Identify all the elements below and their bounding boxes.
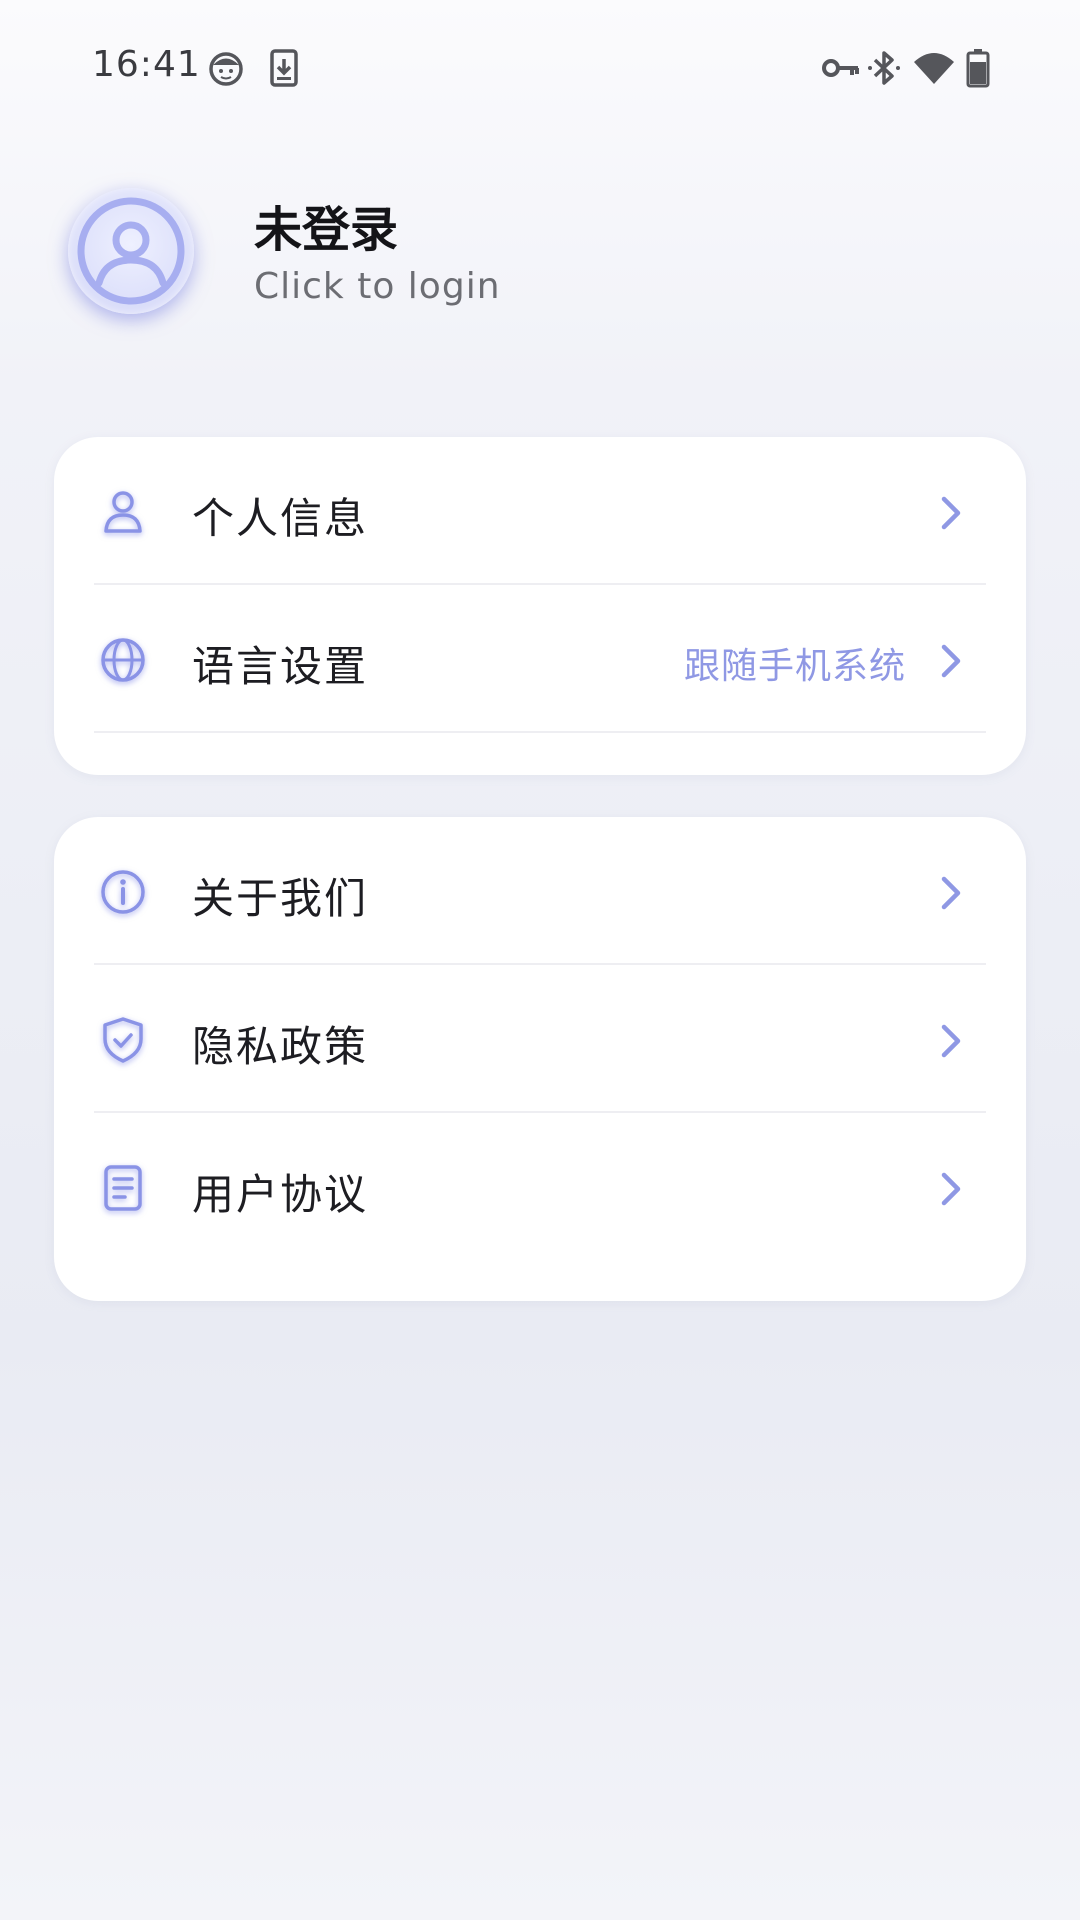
status-bar: 16:41 [0, 0, 1080, 135]
download-icon [270, 49, 298, 87]
user-avatar-icon[interactable] [68, 188, 194, 314]
status-time: 16:41 [92, 44, 201, 85]
menu-item-label: 用户协议 [192, 1170, 369, 1219]
menu-item-language[interactable]: 语言设置 跟随手机系统 [54, 585, 1026, 733]
menu-item-personal-info[interactable]: 个人信息 [54, 437, 1026, 585]
shield-check-icon [103, 1017, 143, 1063]
chevron-right-icon [941, 644, 961, 678]
person-icon [104, 491, 142, 533]
bluetooth-icon [868, 51, 900, 85]
menu-item-label: 关于我们 [192, 874, 369, 923]
profile-header[interactable]: 未登录 Click to login [0, 170, 1080, 340]
info-card: 关于我们 隐私政策 用户协议 [54, 817, 1026, 1301]
chevron-right-icon [941, 1024, 961, 1058]
menu-item-label: 隐私政策 [192, 1022, 369, 1071]
globe-icon [101, 638, 145, 682]
settings-card: 个人信息 语言设置 跟随手机系统 [54, 437, 1026, 775]
menu-item-privacy-policy[interactable]: 隐私政策 [54, 965, 1026, 1113]
menu-item-about-us[interactable]: 关于我们 [54, 817, 1026, 965]
chevron-right-icon [941, 496, 961, 530]
chevron-right-icon [941, 1172, 961, 1206]
chevron-right-icon [941, 876, 961, 910]
menu-item-label: 个人信息 [192, 494, 369, 543]
menu-item-user-agreement[interactable]: 用户协议 [54, 1113, 1026, 1261]
document-icon [104, 1165, 142, 1211]
profile-name: 未登录 [254, 202, 399, 258]
vpn-key-icon [822, 59, 859, 77]
divider [94, 731, 986, 733]
wifi-icon [914, 53, 954, 84]
login-link[interactable]: Click to login [254, 266, 501, 307]
language-value: 跟随手机系统 [683, 646, 906, 687]
info-icon [101, 870, 145, 914]
face-notification-icon [209, 52, 243, 86]
menu-item-label: 语言设置 [192, 642, 369, 691]
battery-icon [966, 49, 990, 88]
